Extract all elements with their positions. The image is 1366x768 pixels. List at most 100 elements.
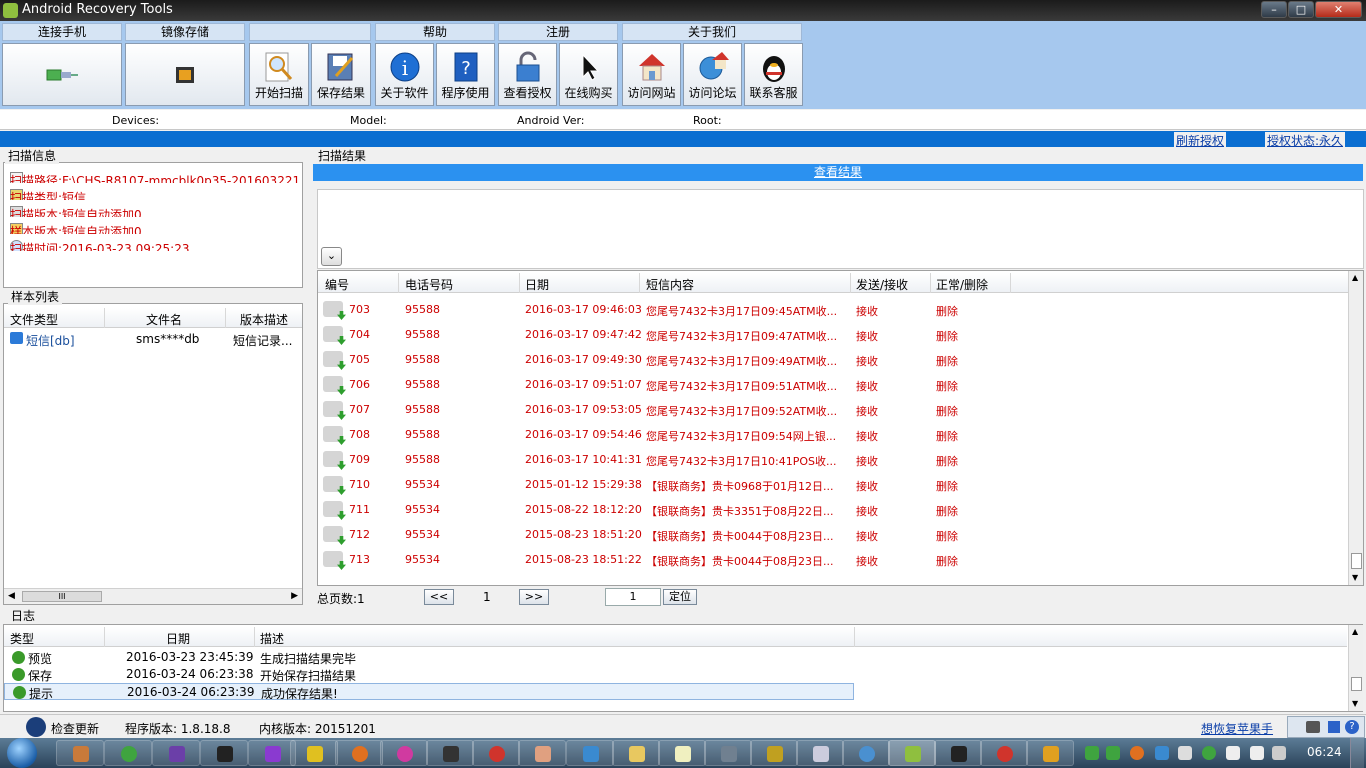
usage-button[interactable]: ? 程序使用	[436, 43, 495, 106]
taskbar-app-15[interactable]	[704, 740, 752, 766]
list-item[interactable]: 预览 2016-03-23 23:45:39 生成扫描结果完毕	[4, 649, 854, 666]
scroll-up-icon[interactable]: ▲	[1352, 627, 1358, 636]
taskbar-app-16[interactable]	[750, 740, 798, 766]
locate-button[interactable]: 定位	[663, 589, 697, 605]
col-id[interactable]: 编号	[325, 276, 349, 293]
maximize-button[interactable]: □	[1288, 1, 1314, 18]
clock[interactable]: 06:24	[1307, 745, 1342, 759]
table-row[interactable]: 713 95534 2015-08-23 18:51:22 【银联商务】贵卡0044于…	[318, 547, 1348, 572]
check-update-link[interactable]: 检查更新	[51, 720, 99, 737]
show-desktop-button[interactable]	[1350, 738, 1364, 768]
tray-app-icon[interactable]	[1106, 746, 1120, 760]
taskbar-app-9[interactable]	[426, 740, 474, 766]
scroll-thumb[interactable]	[1351, 677, 1362, 691]
taskbar-app-12[interactable]	[566, 740, 614, 766]
col-file-type[interactable]: 文件类型	[10, 311, 58, 328]
contact-button[interactable]: 联系客服	[744, 43, 803, 106]
update-icon[interactable]	[26, 717, 46, 737]
taskbar-app-14[interactable]	[658, 740, 706, 766]
taskbar-app-21[interactable]	[980, 740, 1028, 766]
col-file-name[interactable]: 文件名	[146, 311, 182, 328]
col-content[interactable]: 短信内容	[646, 276, 694, 293]
scroll-down-icon[interactable]: ▼	[1352, 699, 1358, 708]
results-vscrollbar[interactable]: ▲ ▼	[1348, 271, 1363, 585]
keyboard-icon[interactable]	[1306, 721, 1320, 733]
taskbar-app-17[interactable]	[796, 740, 844, 766]
chevron-down-icon[interactable]: ⌄	[321, 247, 342, 266]
promo-link[interactable]: 想恢复苹果手	[1201, 720, 1273, 737]
about-button[interactable]: i 关于软件	[375, 43, 434, 106]
taskbar-app-13[interactable]	[612, 740, 660, 766]
visit-forum-button[interactable]: 访问论坛	[683, 43, 742, 106]
log-vscrollbar[interactable]: ▲ ▼	[1348, 625, 1363, 711]
taskbar-app-18[interactable]	[842, 740, 890, 766]
tray-app-icon[interactable]	[1130, 746, 1144, 760]
taskbar-app-7[interactable]	[335, 740, 383, 766]
col-direction[interactable]: 发送/接收	[856, 276, 908, 293]
volume-icon[interactable]	[1250, 746, 1264, 760]
taskbar-app-4[interactable]	[200, 740, 248, 766]
table-row[interactable]: 709 95588 2016-03-17 10:41:31 您尾号7432卡3月17日…	[318, 447, 1348, 472]
taskbar-app-3[interactable]	[152, 740, 200, 766]
minimize-button[interactable]: –	[1261, 1, 1287, 18]
sample-hscrollbar[interactable]: ◀ III ▶	[4, 588, 302, 604]
table-row[interactable]: 705 95588 2016-03-17 09:49:30 您尾号7432卡3月17日…	[318, 347, 1348, 372]
tray-app-icon[interactable]	[1155, 746, 1169, 760]
buy-online-button[interactable]: 在线购买	[559, 43, 618, 106]
scroll-right-icon[interactable]: ▶	[291, 591, 298, 601]
network-icon[interactable]	[1226, 746, 1240, 760]
table-row[interactable]: 707 95588 2016-03-17 09:53:05 您尾号7432卡3月17日…	[318, 397, 1348, 422]
list-item[interactable]: 保存 2016-03-24 06:23:38 开始保存扫描结果	[4, 666, 854, 683]
prev-page-button[interactable]: <<	[424, 589, 454, 605]
list-item[interactable]: 提示 2016-03-24 06:23:39 成功保存结果!	[4, 683, 854, 701]
sample-row[interactable]: 短信[db] sms****db 短信记录...	[4, 330, 302, 348]
start-scan-button[interactable]: 开始扫描	[249, 43, 309, 106]
image-storage-button[interactable]	[125, 43, 245, 106]
help-icon[interactable]: ?	[1345, 720, 1359, 734]
table-row[interactable]: 703 95588 2016-03-17 09:46:03 您尾号7432卡3月17日…	[318, 297, 1348, 322]
table-row[interactable]: 710 95534 2015-01-12 15:29:38 【银联商务】贵卡0968于…	[318, 472, 1348, 497]
table-row[interactable]: 712 95534 2015-08-23 18:51:20 【银联商务】贵卡0044于…	[318, 522, 1348, 547]
save-result-button[interactable]: 保存结果	[311, 43, 371, 106]
tray-app-icon[interactable]	[1202, 746, 1216, 760]
taskbar-android-recovery[interactable]	[888, 740, 936, 766]
col-state[interactable]: 正常/删除	[936, 276, 988, 293]
col-date[interactable]: 日期	[525, 276, 549, 293]
lang-icon[interactable]	[1328, 721, 1340, 733]
taskbar-app-10[interactable]	[472, 740, 520, 766]
taskbar-app-11[interactable]	[518, 740, 566, 766]
start-button[interactable]	[2, 738, 44, 768]
refresh-license-link[interactable]: 刷新授权	[1174, 132, 1227, 149]
scroll-up-icon[interactable]: ▲	[1352, 273, 1358, 282]
scroll-down-icon[interactable]: ▼	[1352, 573, 1358, 582]
table-row[interactable]: 706 95588 2016-03-17 09:51:07 您尾号7432卡3月17日…	[318, 372, 1348, 397]
view-results-link[interactable]: 查看结果	[814, 165, 862, 179]
log-col-desc[interactable]: 描述	[260, 630, 284, 647]
taskbar-app-6[interactable]	[290, 740, 338, 766]
close-button[interactable]: ✕	[1315, 1, 1362, 18]
table-row[interactable]: 704 95588 2016-03-17 09:47:42 您尾号7432卡3月17日…	[318, 322, 1348, 347]
taskbar-app-22[interactable]	[1026, 740, 1074, 766]
taskbar-app-1[interactable]	[56, 740, 104, 766]
col-phone[interactable]: 电话号码	[405, 276, 453, 293]
taskbar-app-2[interactable]	[104, 740, 152, 766]
taskbar-app-20[interactable]	[934, 740, 982, 766]
license-status-link[interactable]: 授权状态:永久	[1265, 132, 1346, 149]
tray-app-icon[interactable]	[1272, 746, 1286, 760]
view-license-button[interactable]: 查看授权	[498, 43, 557, 106]
table-row[interactable]: 708 95588 2016-03-17 09:54:46 您尾号7432卡3月17日…	[318, 422, 1348, 447]
next-page-button[interactable]: >>	[519, 589, 549, 605]
log-col-date[interactable]: 日期	[166, 630, 190, 647]
tray-app-icon[interactable]	[1178, 746, 1192, 760]
scroll-thumb[interactable]: III	[22, 591, 102, 602]
table-row[interactable]: 711 95534 2015-08-22 18:12:20 【银联商务】贵卡3351于…	[318, 497, 1348, 522]
taskbar-app-5[interactable]	[248, 740, 296, 766]
col-version-desc[interactable]: 版本描述	[240, 311, 288, 328]
tray-shield-icon[interactable]	[1085, 746, 1099, 760]
visit-site-button[interactable]: 访问网站	[622, 43, 681, 106]
log-col-type[interactable]: 类型	[10, 630, 34, 647]
scroll-thumb[interactable]	[1351, 553, 1362, 569]
scroll-left-icon[interactable]: ◀	[8, 591, 15, 601]
goto-page-input[interactable]: 1	[605, 588, 661, 606]
connect-phone-button[interactable]	[2, 43, 122, 106]
